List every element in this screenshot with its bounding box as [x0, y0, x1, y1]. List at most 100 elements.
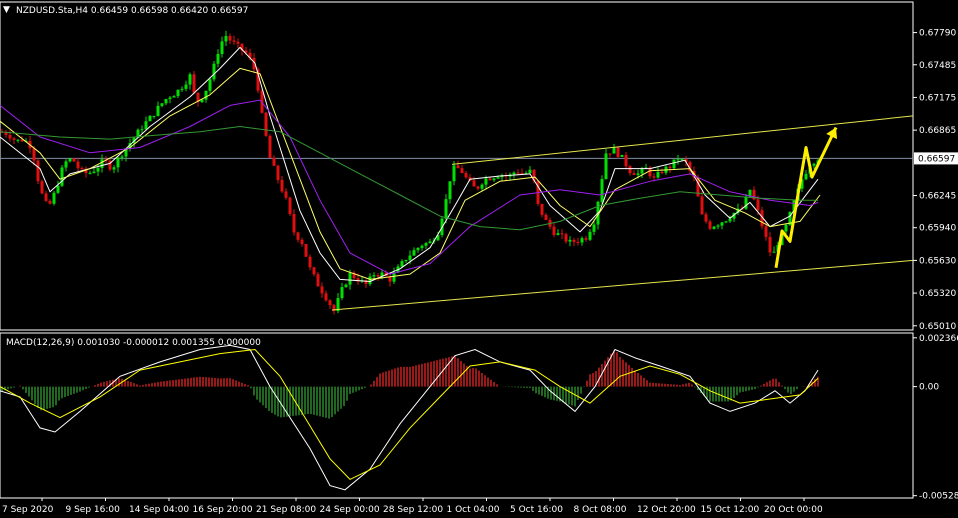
candle-body	[344, 284, 348, 288]
candle-body	[624, 154, 628, 167]
candle-body	[424, 243, 428, 246]
candle-body	[812, 163, 816, 166]
price-tick-label: 0.66865	[919, 126, 956, 136]
candle-body	[564, 234, 568, 242]
candle-body	[112, 167, 116, 170]
candle-body	[288, 197, 292, 215]
candle-body	[712, 226, 716, 229]
signal-line	[0, 348, 819, 481]
candle-body	[604, 153, 608, 180]
candle-body	[296, 232, 300, 240]
candle-body	[724, 221, 728, 223]
candle-body	[272, 157, 276, 166]
candle-body	[448, 181, 452, 200]
candle-body	[320, 286, 324, 294]
candle-body	[312, 267, 316, 275]
candle-body	[612, 147, 616, 154]
candle-body	[100, 159, 104, 168]
candle-body	[576, 241, 580, 243]
candle-body	[660, 172, 664, 174]
candle-body	[512, 172, 516, 175]
candle-body	[192, 74, 196, 93]
candle-body	[64, 161, 68, 168]
candle-body	[220, 41, 224, 54]
candle-body	[144, 121, 148, 130]
candle-body	[44, 193, 48, 201]
candle-body	[636, 173, 640, 175]
candle-body	[784, 224, 788, 232]
time-tick-label: 1 Oct 04:00	[447, 505, 500, 515]
candle-body	[208, 79, 212, 91]
candle-body	[616, 147, 620, 157]
macd-panel-frame	[0, 332, 914, 499]
candle-body	[324, 293, 328, 301]
candle-body	[568, 239, 572, 242]
macd-tick-label: 0.002366	[919, 334, 958, 344]
candle-body	[772, 251, 776, 253]
candle-body	[284, 191, 288, 198]
candle-body	[452, 165, 456, 182]
price-tick-label: 0.66245	[919, 192, 956, 202]
candle-body	[292, 214, 296, 233]
candle-body	[756, 199, 760, 211]
macd-header: MACD(12,26,9) 0.001030 -0.000012 0.00135…	[6, 338, 261, 348]
candle-body	[672, 159, 676, 169]
time-tick-label: 28 Sep 12:00	[383, 505, 443, 515]
candle-body	[372, 275, 376, 277]
candle-body	[680, 159, 684, 161]
channel-upper-line	[451, 115, 914, 165]
price-tick-label: 0.67175	[919, 93, 956, 103]
candle-body	[180, 88, 184, 90]
candle-body	[720, 222, 724, 226]
candle-body	[148, 115, 152, 122]
candle-body	[92, 171, 96, 173]
time-tick-label: 16 Sep 20:00	[193, 505, 253, 515]
price-tick-label: 0.67485	[919, 61, 956, 71]
candle-body	[428, 241, 432, 244]
candle-body	[176, 89, 180, 97]
candle-body	[588, 231, 592, 240]
candle-body	[316, 274, 320, 287]
candle-body	[716, 225, 720, 227]
candle-body	[700, 196, 704, 215]
candle-body	[600, 179, 604, 202]
time-tick-label: 14 Sep 04:00	[129, 505, 189, 515]
candle-body	[60, 167, 64, 186]
candle-body	[472, 180, 476, 187]
candle-body	[204, 90, 208, 100]
candle-body	[52, 192, 56, 204]
candle-body	[632, 173, 636, 175]
time-tick-label: 9 Sep 16:00	[66, 505, 121, 515]
candle-body	[212, 63, 216, 80]
candle-body	[96, 167, 100, 172]
candle-body	[12, 138, 16, 140]
candle-body	[528, 169, 532, 174]
candle-body	[152, 115, 156, 117]
candle-body	[228, 36, 232, 41]
candle-body	[464, 173, 468, 178]
candle-body	[140, 129, 144, 131]
candle-body	[188, 74, 192, 85]
candle-body	[552, 226, 556, 235]
time-tick-label: 8 Oct 08:00	[574, 505, 627, 515]
candle-body	[264, 112, 268, 136]
candle-body	[80, 168, 84, 170]
candle-body	[488, 178, 492, 181]
time-tick-label: 7 Sep 2020	[2, 505, 54, 515]
candle-body	[584, 238, 588, 240]
candle-body	[32, 148, 36, 161]
time-tick-label: 15 Oct 12:00	[701, 505, 760, 515]
main-header: NZDUSD.Sta,H4 0.66459 0.66598 0.66420 0.…	[16, 6, 248, 16]
candle-body	[708, 221, 712, 229]
candle-body	[400, 261, 404, 267]
macd-line	[0, 344, 819, 491]
candle-body	[88, 172, 92, 174]
candle-body	[652, 176, 656, 178]
time-tick-label: 24 Sep 00:00	[320, 505, 380, 515]
candle-body	[276, 165, 280, 180]
price-tick-label: 0.65630	[919, 256, 956, 266]
ma-fast-line	[0, 46, 819, 282]
menu-glyph-icon[interactable]: ▼	[3, 5, 10, 15]
candle-body	[668, 166, 672, 169]
candle-body	[608, 153, 612, 155]
